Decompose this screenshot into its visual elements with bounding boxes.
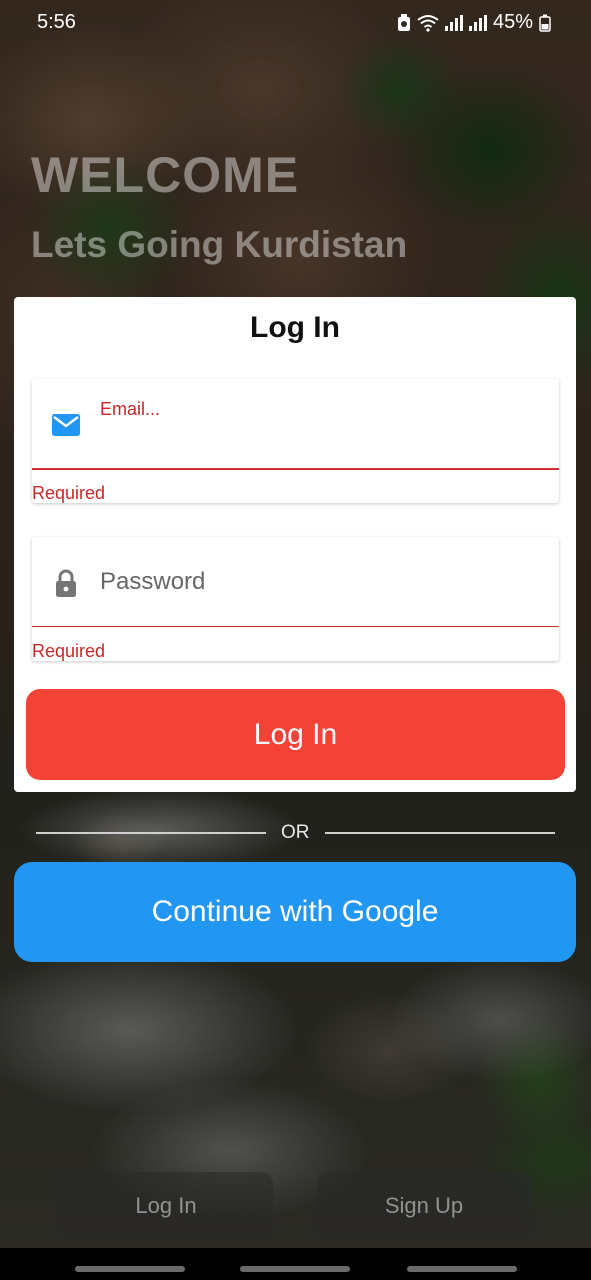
email-field: Email... Required (32, 379, 559, 503)
wifi-icon (417, 14, 439, 32)
password-underline (32, 626, 559, 627)
divider-or-text: OR (281, 822, 310, 843)
signal-icon (444, 14, 463, 31)
mail-icon (52, 414, 80, 436)
password-error-text: Required (32, 641, 106, 661)
welcome-heading: WELCOME (31, 147, 300, 203)
status-bar: 5:56 45% (0, 0, 591, 46)
login-card-title: Log In (250, 311, 340, 344)
email-error-text: Required (32, 483, 106, 503)
tagline-heading: Lets Going Kurdistan (31, 224, 408, 265)
status-time: 5:56 (37, 11, 76, 33)
google-signin-button[interactable]: Continue with Google (14, 862, 576, 962)
login-button[interactable]: Log In (26, 689, 565, 780)
lock-icon (56, 569, 76, 597)
nav-indicator-home[interactable] (240, 1266, 350, 1272)
system-nav-bar (0, 1248, 591, 1280)
status-icons: 45% (397, 11, 551, 34)
battery-icon (539, 14, 551, 32)
signal-icon-2 (468, 14, 487, 31)
email-input[interactable] (100, 423, 540, 453)
password-input[interactable] (100, 567, 540, 597)
login-card: Log In Email... Required Required Log In (14, 297, 576, 792)
battery-saver-icon (397, 13, 410, 31)
tab-login[interactable]: Log In (59, 1172, 273, 1240)
tab-signup[interactable]: Sign Up (317, 1172, 531, 1240)
email-underline (32, 468, 559, 470)
password-field: Required (32, 537, 559, 661)
divider-line-right (325, 832, 555, 834)
nav-indicator-left[interactable] (75, 1266, 185, 1272)
divider-line-left (36, 832, 266, 834)
nav-indicator-right[interactable] (407, 1266, 517, 1272)
email-label: Email... (100, 399, 161, 419)
battery-percent: 45% (492, 11, 533, 33)
